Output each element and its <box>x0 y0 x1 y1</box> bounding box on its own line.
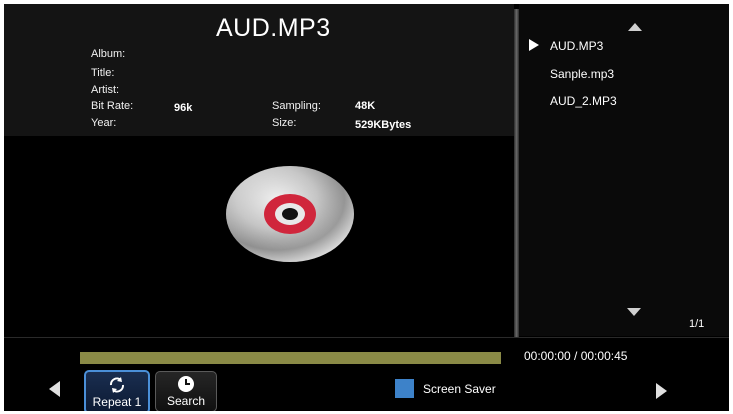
scroll-up-icon[interactable] <box>628 23 642 31</box>
repeat-icon <box>110 377 124 393</box>
artist-label: Artist: <box>91 84 120 96</box>
size-label: Size: <box>272 117 297 129</box>
progress-fill <box>80 352 501 364</box>
screen-saver-label[interactable]: Screen Saver <box>423 382 496 396</box>
cd-disc-icon <box>226 166 354 262</box>
playlist-item[interactable]: Sanple.mp3 <box>550 67 614 81</box>
title-label: Title: <box>91 67 115 79</box>
playlist-item[interactable]: AUD.MP3 <box>550 39 603 53</box>
bitrate-value: 96k <box>174 102 193 114</box>
clock-icon <box>178 376 194 392</box>
file-info-area: AUD.MP3 Album: Title: Artist: Bit Rate: … <box>4 4 514 136</box>
sampling-value: 48K <box>355 100 376 112</box>
now-playing-icon <box>529 39 539 51</box>
page-indicator: 1/1 <box>689 318 705 330</box>
playlist-item[interactable]: AUD_2.MP3 <box>550 94 617 108</box>
file-title: AUD.MP3 <box>216 14 331 42</box>
playlist-panel: AUD.MP3 Sanple.mp3 AUD_2.MP3 1/1 <box>519 4 729 336</box>
control-bar: 00:00:00 / 00:00:45 Repeat 1 Search Scre… <box>4 337 729 411</box>
search-label: Search <box>166 394 206 408</box>
main-panel: AUD.MP3 Album: Title: Artist: Bit Rate: … <box>4 4 514 336</box>
search-button[interactable]: Search <box>155 371 217 411</box>
screen-saver-icon[interactable] <box>395 379 414 398</box>
year-label: Year: <box>91 117 117 129</box>
scroll-down-icon[interactable] <box>627 308 641 316</box>
previous-icon[interactable] <box>49 381 60 397</box>
size-value: 529KBytes <box>355 119 412 131</box>
repeat-button[interactable]: Repeat 1 <box>84 370 150 411</box>
sampling-label: Sampling: <box>272 100 321 112</box>
bitrate-label: Bit Rate: <box>91 100 134 112</box>
media-player-screen: AUD.MP3 Album: Title: Artist: Bit Rate: … <box>4 4 729 411</box>
album-label: Album: <box>91 48 126 60</box>
album-art-area <box>4 136 514 336</box>
next-icon[interactable] <box>656 383 667 399</box>
progress-bar[interactable] <box>80 352 501 364</box>
time-display: 00:00:00 / 00:00:45 <box>524 349 628 363</box>
repeat-label: Repeat 1 <box>92 395 142 409</box>
